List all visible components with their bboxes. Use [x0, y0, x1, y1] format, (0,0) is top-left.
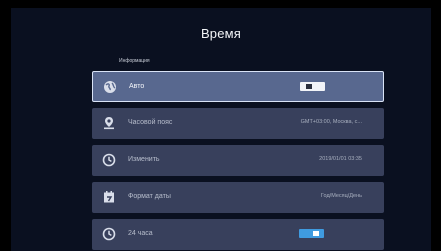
settings-panel: Время Информация Авто Часовой пояс GMT+0…	[11, 8, 431, 251]
setting-value: GMT+03:00, Москва, с...	[300, 119, 362, 125]
setting-label: Формат даты	[128, 193, 171, 200]
setting-row-auto[interactable]: Авто	[92, 71, 384, 102]
24h-toggle[interactable]	[299, 229, 324, 238]
clock-icon	[102, 227, 116, 241]
setting-label: Изменить	[128, 156, 160, 163]
setting-row-date-format[interactable]: Формат даты Год/Месяц/День	[92, 182, 384, 213]
setting-row-24h[interactable]: 24 часа	[92, 219, 384, 250]
toggle-knob	[306, 84, 312, 89]
setting-row-change[interactable]: Изменить 2019/01/01 03:35	[92, 145, 384, 176]
globe-icon	[104, 81, 116, 93]
setting-label: Часовой пояс	[128, 119, 173, 126]
setting-label: Авто	[129, 83, 145, 90]
auto-toggle[interactable]	[300, 82, 325, 91]
setting-value: 2019/01/01 03:35	[319, 156, 362, 162]
setting-label: 24 часа	[128, 230, 153, 237]
setting-row-timezone[interactable]: Часовой пояс GMT+03:00, Москва, с...	[92, 108, 384, 139]
location-pin-icon	[104, 117, 114, 130]
clock-icon	[102, 153, 116, 167]
page-title: Время	[200, 26, 242, 41]
setting-value: Год/Месяц/День	[320, 193, 362, 199]
toggle-knob	[313, 231, 319, 236]
section-label: Информация	[119, 58, 150, 64]
calendar-icon	[104, 191, 114, 203]
